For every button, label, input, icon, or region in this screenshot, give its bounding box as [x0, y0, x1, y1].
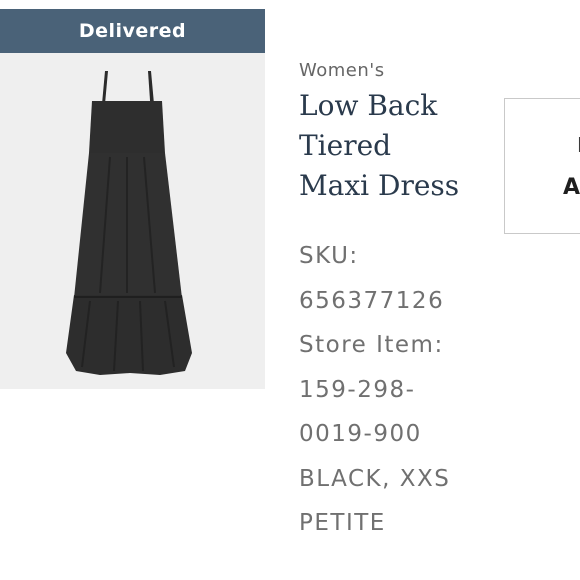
store-item-label: Store Item: — [299, 332, 444, 358]
store-item-value: 159-298- — [299, 376, 416, 403]
variant-fit: PETITE — [299, 510, 386, 536]
item-action-button[interactable]: I A — [504, 98, 580, 234]
product-meta: SKU: 656377126 Store Item: 159-298- 0019… — [299, 234, 499, 546]
product-name-line: Maxi Dress — [299, 169, 460, 202]
product-image[interactable] — [0, 53, 265, 389]
dress-image — [0, 53, 265, 389]
product-name-line: Low Back — [299, 89, 438, 122]
status-label: Delivered — [78, 20, 187, 42]
product-category: Women's — [299, 60, 385, 81]
store-item-value: 0019-900 — [299, 421, 422, 447]
product-name-line: Tiered — [299, 129, 392, 162]
action-line-2: A — [563, 175, 580, 200]
order-item-card: Delivered Women's Low Back Tiered Maxi D… — [0, 0, 580, 580]
variant-color-size: BLACK, XXS — [299, 465, 451, 492]
product-name[interactable]: Low Back Tiered Maxi Dress — [299, 86, 489, 206]
status-badge: Delivered — [0, 9, 265, 53]
product-details: Women's Low Back Tiered Maxi Dress SKU: … — [299, 58, 499, 546]
sku-label: SKU: — [299, 243, 359, 269]
sku-value: 656377126 — [299, 287, 445, 314]
